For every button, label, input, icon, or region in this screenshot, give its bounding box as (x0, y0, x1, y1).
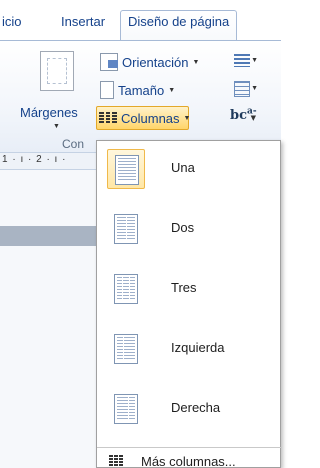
chevron-down-icon: ▼ (251, 85, 258, 92)
menu-item-three-columns[interactable]: Tres (101, 263, 273, 315)
columns-label: Columnas (121, 110, 180, 126)
one-column-icon (107, 149, 145, 189)
chevron-down-icon: ▼ (250, 113, 256, 122)
chevron-down-icon: ▼ (53, 123, 60, 130)
menu-separator (97, 447, 282, 448)
size-icon (100, 81, 114, 99)
chevron-down-icon: ▼ (251, 57, 258, 64)
tab-inicio[interactable]: icio (2, 14, 22, 29)
breaks-icon (234, 54, 250, 67)
chevron-down-icon: ▼ (183, 114, 191, 122)
menu-item-label: Dos (171, 220, 195, 235)
orientation-button[interactable]: Orientación ▼ (100, 51, 199, 73)
menu-item-left-column[interactable]: Izquierda (101, 323, 273, 375)
chevron-down-icon: ▼ (168, 86, 176, 94)
menu-item-label: Una (171, 160, 195, 175)
more-columns-label: Más columnas... (141, 453, 236, 468)
columns-button[interactable]: Columnas ▼ (96, 106, 191, 130)
menu-item-label: Derecha (171, 400, 221, 415)
orientation-label: Orientación (122, 54, 189, 70)
right-column-icon (107, 389, 145, 429)
three-columns-icon (107, 269, 145, 309)
margins-button[interactable]: Márgenes ▼ (16, 47, 94, 131)
chevron-down-icon: ▼ (192, 58, 200, 66)
columns-dropdown-menu: Una Dos Tres Izquierda Derecha Más colum… (96, 140, 282, 468)
line-numbers-button[interactable]: ▼ (232, 79, 258, 99)
columns-icon (109, 455, 123, 467)
menu-item-label: Tres (171, 280, 197, 295)
left-column-icon (107, 329, 145, 369)
menu-item-one-column[interactable]: Una (101, 143, 273, 195)
group-label: Con (62, 137, 85, 151)
line-numbers-icon (234, 81, 250, 97)
tab-diseno-de-pagina[interactable]: Diseño de página (120, 10, 238, 41)
size-button[interactable]: Tamaño ▼ (100, 79, 175, 101)
more-columns-menu-item[interactable]: Más columnas... (109, 452, 236, 468)
menu-item-label: Izquierda (171, 340, 225, 355)
document-band (0, 226, 100, 246)
orientation-icon (100, 53, 118, 71)
size-label: Tamaño (118, 82, 165, 98)
columns-icon (99, 109, 118, 127)
ruler-ticks: 1 · ı · 2 · ı · (2, 154, 67, 165)
two-columns-icon (107, 209, 145, 249)
breaks-button[interactable]: ▼ (232, 51, 258, 71)
margins-icon (40, 51, 74, 91)
menu-item-right-column[interactable]: Derecha (101, 383, 273, 435)
menu-item-two-columns[interactable]: Dos (101, 203, 273, 255)
tab-insertar[interactable]: Insertar (61, 14, 105, 29)
hyphenation-button[interactable]: bca- ▼ (230, 107, 257, 127)
margins-label: Márgenes (20, 105, 78, 120)
ribbon-tab-strip: icio Insertar Diseño de página (0, 0, 281, 41)
ribbon-page-setup-group: Márgenes ▼ Orientación ▼ Tamaño ▼ Column… (0, 40, 281, 152)
